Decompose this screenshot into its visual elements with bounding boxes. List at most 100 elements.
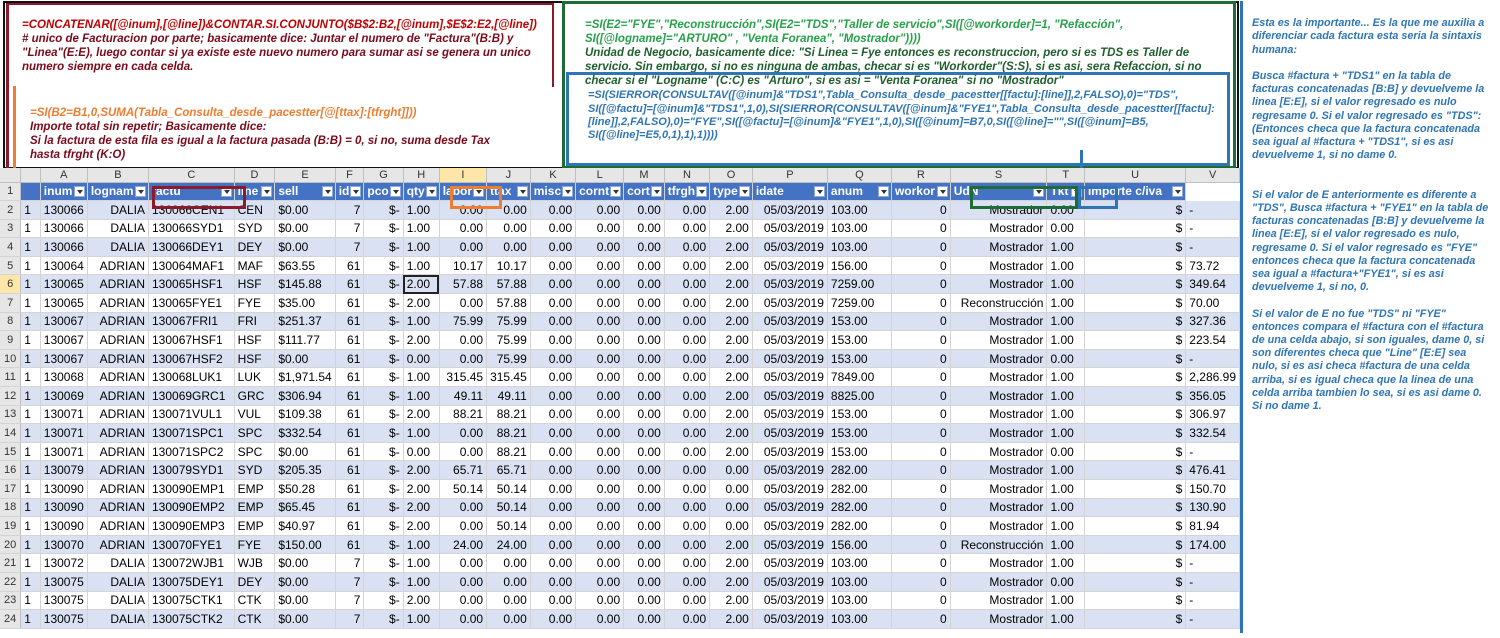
cell[interactable]: DALIA <box>87 591 150 611</box>
cell[interactable]: $- <box>363 330 404 350</box>
cell[interactable]: 0.00 <box>575 516 625 536</box>
cell[interactable]: $306.94 <box>274 386 336 406</box>
cell[interactable]: $- <box>363 516 404 536</box>
cell[interactable]: $50.28 <box>274 479 336 499</box>
cell[interactable]: ADRIAN <box>87 256 150 276</box>
cell[interactable]: SPC <box>234 423 276 443</box>
cell[interactable]: Mostrador <box>950 460 1048 480</box>
cell[interactable]: 130071 <box>40 423 88 443</box>
cell[interactable]: 130075CTK1 <box>148 591 235 611</box>
cell[interactable]: 1 <box>20 312 41 332</box>
cell[interactable]: 1.00 <box>1046 312 1085 332</box>
cell[interactable]: 1.00 <box>403 423 440 443</box>
header-misc[interactable]: misc <box>530 182 577 202</box>
cell[interactable]: - <box>1185 591 1240 611</box>
cell[interactable]: $ <box>1084 293 1187 313</box>
cell[interactable]: 0.00 <box>486 219 531 239</box>
cell[interactable]: $- <box>363 591 404 611</box>
cell[interactable]: 61 <box>335 498 365 518</box>
cell[interactable]: WJB <box>234 553 276 573</box>
cell[interactable]: 2.00 <box>709 386 753 406</box>
column-letter-d[interactable]: D <box>234 168 276 183</box>
cell[interactable]: 476.41 <box>1185 460 1240 480</box>
cell[interactable]: 0.00 <box>530 405 577 425</box>
cell[interactable]: 0 <box>891 591 951 611</box>
cell[interactable]: 1.00 <box>1046 330 1085 350</box>
cell[interactable]: 05/03/2019 <box>752 367 828 388</box>
cell[interactable]: $0.00 <box>274 609 336 629</box>
cell[interactable]: 130068LUK1 <box>148 367 235 388</box>
cell[interactable]: 1 <box>20 553 41 573</box>
cell[interactable]: 223.54 <box>1185 330 1240 350</box>
row-number[interactable]: 15 <box>0 442 22 462</box>
cell[interactable]: 130090 <box>40 498 88 518</box>
cell[interactable]: 349.64 <box>1185 274 1240 295</box>
cell[interactable]: 0 <box>891 237 951 257</box>
cell[interactable]: 0.00 <box>439 330 488 350</box>
cell[interactable]: 130090EMP3 <box>148 516 235 536</box>
cell[interactable]: 1.00 <box>1046 609 1085 629</box>
cell[interactable]: 05/03/2019 <box>752 386 828 406</box>
cell[interactable]: 0.00 <box>530 553 577 573</box>
column-letter[interactable] <box>20 168 41 183</box>
cell[interactable]: 2.00 <box>403 479 440 499</box>
cell[interactable]: 0.00 <box>664 237 711 257</box>
cell[interactable]: 1 <box>20 591 41 611</box>
cell[interactable]: 10.17 <box>486 256 531 276</box>
cell[interactable]: ADRIAN <box>87 516 150 536</box>
cell[interactable]: 282.00 <box>827 460 892 480</box>
cell[interactable]: 0.00 <box>575 423 625 443</box>
cell[interactable]: 1.00 <box>403 386 440 406</box>
cell[interactable]: 0.00 <box>530 535 577 555</box>
cell[interactable]: 0.00 <box>530 498 577 518</box>
cell[interactable]: 1 <box>20 219 41 239</box>
cell[interactable]: 0.00 <box>664 498 711 518</box>
table-row[interactable]: 15 1 130071 ADRIAN 130071SPC2 SPC $0.00 61 $- 0.0… <box>0 442 1240 462</box>
select-all-corner[interactable] <box>0 168 22 183</box>
cell[interactable]: $ <box>1084 498 1187 518</box>
cell[interactable]: 1 <box>20 442 41 462</box>
cell[interactable]: 05/03/2019 <box>752 237 828 257</box>
cell[interactable]: 2.00 <box>403 405 440 425</box>
cell[interactable]: 327.36 <box>1185 312 1240 332</box>
table-row[interactable]: 24 1 130075 DALIA 130075CTK2 CTK $0.00 7 $- 1.00 0… <box>0 609 1240 629</box>
column-letter-m[interactable]: M <box>623 168 665 183</box>
cell[interactable]: $ <box>1084 312 1187 332</box>
cell[interactable]: 24.00 <box>439 535 488 555</box>
filter-dropdown-icon[interactable] <box>1172 185 1184 197</box>
cell[interactable]: 0.00 <box>575 591 625 611</box>
cell[interactable]: $- <box>363 386 404 406</box>
cell[interactable]: $ <box>1084 367 1187 388</box>
table-row[interactable]: 16 1 130079 ADRIAN 130079SYD1 SYD $205.35 61 $- 2… <box>0 460 1240 480</box>
cell[interactable]: 130090EMP2 <box>148 498 235 518</box>
cell[interactable]: $0.00 <box>274 349 336 369</box>
cell[interactable]: - <box>1185 237 1240 257</box>
cell[interactable]: 1 <box>20 200 41 220</box>
cell[interactable]: 0.00 <box>623 479 665 499</box>
cell[interactable]: 1 <box>20 516 41 536</box>
row-number[interactable]: 9 <box>0 330 22 350</box>
cell[interactable]: 24.00 <box>486 535 531 555</box>
cell[interactable]: 130071VUL1 <box>148 405 235 425</box>
cell[interactable]: ADRIAN <box>87 479 150 499</box>
cell[interactable]: 0.00 <box>623 498 665 518</box>
header-type[interactable]: type <box>709 182 753 202</box>
cell[interactable]: 156.00 <box>827 535 892 555</box>
cell[interactable]: 0.00 <box>664 349 711 369</box>
cell[interactable]: $65.45 <box>274 498 336 518</box>
cell[interactable]: $ <box>1084 460 1187 480</box>
cell[interactable]: ADRIAN <box>87 349 150 369</box>
row-number[interactable]: 6 <box>0 274 22 295</box>
header-sell[interactable]: sell <box>274 182 336 202</box>
cell[interactable]: 05/03/2019 <box>752 442 828 462</box>
cell[interactable]: 130071 <box>40 405 88 425</box>
cell[interactable]: Mostrador <box>950 219 1048 239</box>
cell[interactable]: 103.00 <box>827 591 892 611</box>
cell[interactable]: $ <box>1084 405 1187 425</box>
cell[interactable]: 0.00 <box>486 553 531 573</box>
cell[interactable]: 05/03/2019 <box>752 516 828 536</box>
column-letter-o[interactable]: O <box>709 168 753 183</box>
cell[interactable]: $- <box>363 349 404 369</box>
cell[interactable]: 0.00 <box>664 219 711 239</box>
cell[interactable]: Mostrador <box>950 274 1048 295</box>
